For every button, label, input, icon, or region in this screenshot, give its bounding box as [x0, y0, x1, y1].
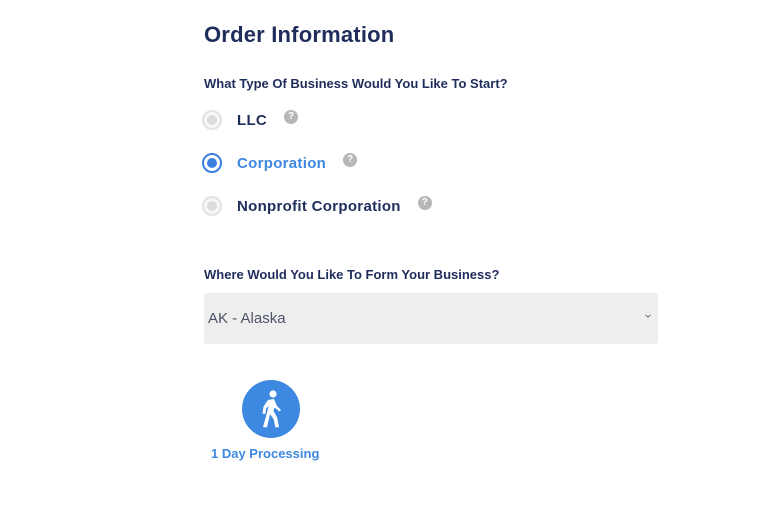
- nonprofit-label[interactable]: Nonprofit Corporation: [237, 198, 401, 215]
- nonprofit-help-icon[interactable]: ?: [417, 196, 432, 210]
- llc-radio[interactable]: [202, 110, 222, 130]
- chevron-down-icon: [645, 314, 651, 318]
- state-select[interactable]: AK - Alaska: [204, 293, 658, 344]
- llc-help-icon[interactable]: ?: [284, 110, 299, 124]
- order-information-page: Order Information What Type Of Business …: [0, 0, 768, 506]
- nonprofit-radio[interactable]: [202, 196, 222, 216]
- business-type-option-llc[interactable]: LLC ?: [202, 107, 299, 133]
- processing-option-button[interactable]: [242, 380, 300, 438]
- business-type-option-nonprofit[interactable]: Nonprofit Corporation ?: [202, 193, 432, 219]
- page-title: Order Information: [204, 22, 395, 47]
- corporation-label[interactable]: Corporation: [237, 155, 326, 172]
- corporation-help-icon[interactable]: ?: [343, 153, 358, 167]
- corporation-radio[interactable]: [202, 153, 222, 173]
- business-type-question: What Type Of Business Would You Like To …: [204, 76, 508, 91]
- state-question: Where Would You Like To Form Your Busine…: [204, 267, 500, 282]
- llc-label[interactable]: LLC: [237, 112, 267, 129]
- state-select-value: AK - Alaska: [208, 310, 286, 327]
- business-type-option-corporation[interactable]: Corporation ?: [202, 150, 358, 176]
- processing-label[interactable]: 1 Day Processing: [211, 446, 319, 461]
- walking-person-icon: [262, 390, 281, 428]
